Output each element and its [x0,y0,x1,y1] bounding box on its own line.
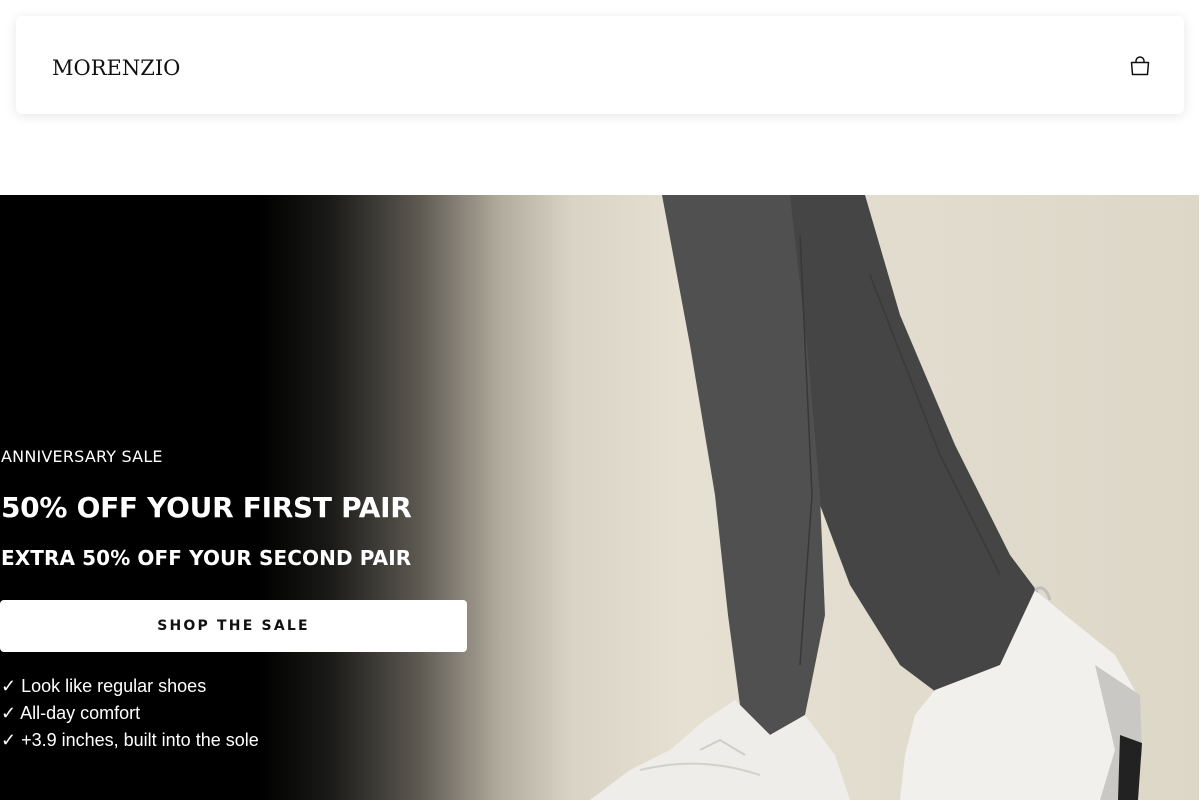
hero-banner: ANNIVERSARY SALE 50% OFF YOUR FIRST PAIR… [0,195,1199,800]
benefit-item: ✓ +3.9 inches, built into the sole [1,730,259,750]
hero-headline: 50% OFF YOUR FIRST PAIR [1,491,412,524]
benefit-list: ✓ Look like regular shoes ✓ All-day comf… [1,673,259,754]
benefit-item: ✓ All-day comfort [1,703,141,723]
brand-logo[interactable]: MORENZIO [52,54,180,82]
shopping-bag-icon[interactable] [1128,54,1152,78]
sale-eyebrow: ANNIVERSARY SALE [1,447,163,466]
shop-the-sale-button[interactable]: SHOP THE SALE [0,600,467,652]
benefit-item: ✓ Look like regular shoes [1,676,207,696]
hero-subheadline: EXTRA 50% OFF YOUR SECOND PAIR [1,546,412,570]
site-header: MORENZIO [16,16,1184,114]
